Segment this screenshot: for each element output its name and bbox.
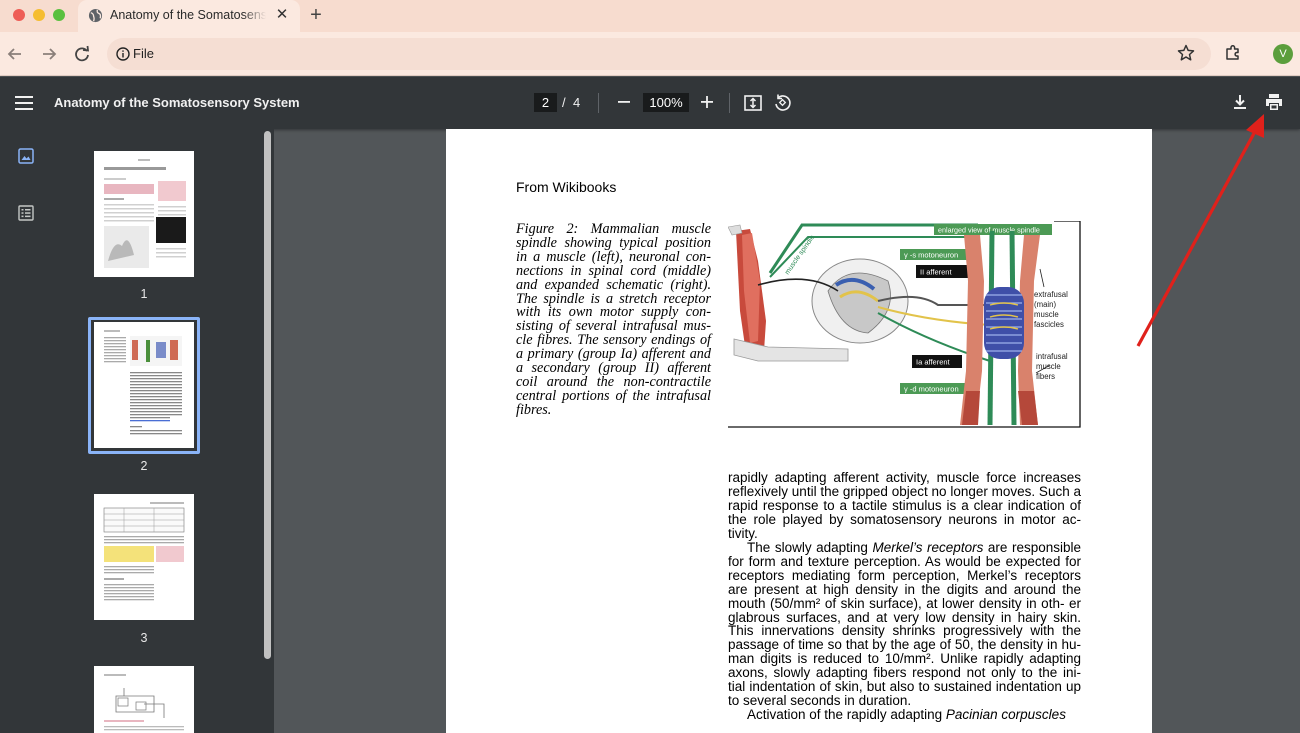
pdf-page: From Wikibooks Figure 2: Mammalian muscl…	[446, 129, 1152, 733]
window-zoom-button[interactable]	[53, 9, 65, 21]
label-ii-afferent: II afferent	[920, 268, 952, 277]
profile-avatar[interactable]: V	[1273, 44, 1293, 64]
reload-icon	[75, 45, 90, 62]
paragraph-3-start: Activation of the rapidly adapting	[747, 707, 946, 723]
page-number-input[interactable]: 2	[534, 93, 557, 112]
paragraph-1: rapidly adapting afferent activity, musc…	[728, 470, 1081, 541]
muscle-spindle-figure: muscle spindle enlarged view of muscle s…	[728, 221, 1082, 429]
page-thumbnail-4[interactable]	[94, 666, 194, 733]
thumbnail-page-preview	[94, 151, 194, 277]
address-bar[interactable]: File	[107, 38, 1211, 70]
arrow-left-icon	[7, 48, 21, 60]
label-extrafusal-3: muscle	[1034, 310, 1059, 319]
paragraph-2: The slowly adapting Merkel’s receptors a…	[728, 539, 1081, 709]
thumbnail-label: 2	[140, 459, 148, 473]
menu-icon[interactable]	[15, 95, 33, 111]
thumbnail-page-preview	[94, 494, 194, 620]
plus-icon	[701, 96, 713, 108]
page-thumbnail-1[interactable]	[94, 151, 194, 277]
minus-icon	[618, 101, 630, 103]
label-extrafusal-4: fascicles	[1034, 320, 1064, 329]
thumbnail-label: 3	[140, 631, 148, 645]
page-total: 4	[573, 95, 581, 110]
window-close-button[interactable]	[13, 9, 25, 21]
label-extrafusal-1: extrafusal	[1034, 290, 1068, 299]
label-intrafusal-1: intrafusal	[1036, 352, 1068, 361]
zoom-out-button[interactable]	[614, 91, 634, 113]
thumbnail-sidebar: 1 2 3	[0, 129, 260, 733]
zoom-level-input[interactable]: 100%	[643, 93, 689, 112]
zoom-in-button[interactable]	[697, 91, 717, 113]
label-intrafusal-2: muscle	[1036, 362, 1061, 371]
rotate-icon[interactable]	[773, 93, 792, 112]
thumbnail-page-preview	[94, 322, 194, 448]
globe-icon	[88, 8, 103, 23]
page-header-source: From Wikibooks	[516, 179, 617, 195]
tab-title: Anatomy of the Somatosensory System	[110, 8, 266, 22]
toolbar-divider	[729, 93, 730, 113]
paragraph-2-term: Merkel’s receptors	[872, 539, 984, 555]
reload-button[interactable]	[71, 43, 93, 65]
print-icon[interactable]	[1264, 93, 1284, 111]
thumbnails-view-icon[interactable]	[18, 148, 34, 164]
thumbnail-label: 1	[140, 287, 148, 301]
paragraph-2-start: The slowly adapting	[747, 539, 873, 555]
label-intrafusal-3: fibers	[1036, 372, 1055, 381]
page-thumbnail-3[interactable]	[94, 494, 194, 620]
page-thumbnail-2[interactable]	[94, 322, 194, 448]
window-minimize-button[interactable]	[33, 9, 45, 21]
download-icon[interactable]	[1231, 93, 1249, 111]
tab-close-button[interactable]: ✕	[274, 5, 290, 25]
pdf-toolbar: Anatomy of the Somatosensory System 2 / …	[0, 77, 1300, 129]
label-gamma-d: γ -d motoneuron	[904, 385, 959, 394]
paragraph-2-rest: are responsible for form and texture per…	[728, 539, 1081, 709]
fit-to-page-icon[interactable]	[744, 94, 762, 112]
arrow-right-icon	[43, 48, 57, 60]
label-enlarged-spindle: enlarged view of muscle spindle	[938, 226, 1040, 235]
new-tab-button[interactable]: +	[305, 3, 327, 27]
toolbar-divider	[598, 93, 599, 113]
paragraph-3: Activation of the rapidly adapting Pacin…	[728, 708, 1081, 722]
page-separator: /	[562, 95, 566, 110]
label-ia-afferent: Ia afferent	[916, 358, 951, 367]
browser-toolbar: File	[0, 32, 1300, 76]
paragraph-3-term: Pacinian corpuscles	[945, 707, 1066, 723]
back-button[interactable]	[4, 43, 26, 65]
info-icon[interactable]	[116, 47, 130, 61]
address-scheme-label: File	[133, 46, 154, 61]
thumbnail-page-preview	[94, 666, 194, 733]
browser-tab-strip: Anatomy of the Somatosensory System ✕ +	[0, 0, 1300, 32]
body-text: rapidly adapting afferent activity, musc…	[728, 471, 1081, 722]
extensions-icon[interactable]	[1223, 43, 1243, 63]
label-extrafusal-2: (main)	[1034, 300, 1056, 309]
document-title: Anatomy of the Somatosensory System	[54, 95, 300, 110]
bookmark-star-icon[interactable]	[1176, 43, 1196, 63]
forward-button[interactable]	[38, 43, 60, 65]
label-gamma-s: γ -s motoneuron	[904, 251, 958, 260]
sidebar-scrollbar-thumb[interactable]	[264, 131, 271, 659]
figure-caption: Figure 2: Mammalian muscle spindle showi…	[516, 221, 711, 418]
outline-view-icon[interactable]	[18, 205, 34, 221]
browser-tab-active[interactable]: Anatomy of the Somatosensory System ✕	[78, 0, 300, 32]
